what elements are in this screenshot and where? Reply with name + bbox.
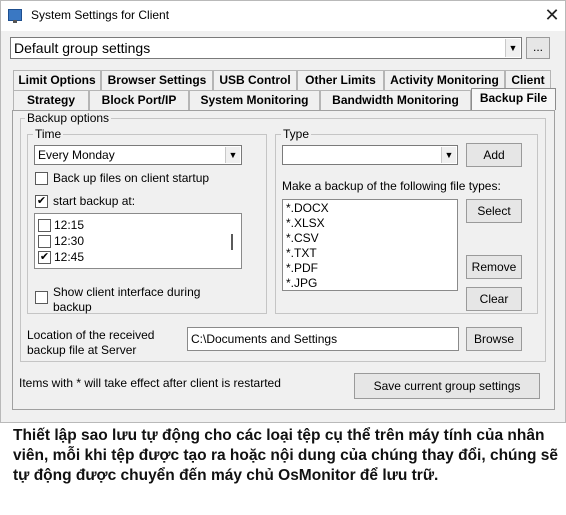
clear-types-label: Clear: [479, 292, 509, 306]
select-type-button[interactable]: Select: [466, 199, 522, 223]
add-type-label: Add: [483, 148, 505, 162]
file-type-item[interactable]: *.XLSX: [286, 216, 325, 230]
tab-limit-options[interactable]: Limit Options: [13, 70, 101, 90]
show-interface-label-2: backup: [53, 300, 92, 314]
tab-usb-control[interactable]: USB Control: [213, 70, 297, 90]
time-legend: Time: [33, 127, 64, 141]
window-title: System Settings for Client: [31, 8, 170, 22]
tab-strategy[interactable]: Strategy: [13, 90, 89, 110]
file-type-item[interactable]: *.TXT: [286, 246, 317, 260]
chevron-down-icon[interactable]: ▼: [505, 39, 520, 57]
tab-system-monitoring[interactable]: System Monitoring: [189, 90, 320, 110]
file-type-item[interactable]: *.JPG: [286, 276, 317, 290]
backup-times-list[interactable]: 12:15 12:30 ✔ 12:45: [34, 213, 242, 269]
start-backup-at-checkbox[interactable]: ✔: [35, 195, 48, 208]
tab-row-1: Limit Options Browser Settings USB Contr…: [13, 70, 551, 90]
group-browse-label: ...: [532, 40, 543, 54]
clear-types-button[interactable]: Clear: [466, 287, 522, 311]
group-settings-value: Default group settings: [14, 40, 151, 56]
remove-type-label: Remove: [471, 260, 517, 274]
description-caption: Thiết lập sao lưu tự động cho các loại t…: [13, 427, 558, 484]
close-icon[interactable]: ✕: [541, 4, 563, 26]
remove-type-button[interactable]: Remove: [466, 255, 522, 279]
tab-browser-settings[interactable]: Browser Settings: [101, 70, 213, 90]
startup-backup-label: Back up files on client startup: [53, 171, 210, 185]
backup-options-legend: Backup options: [25, 111, 112, 125]
tab-client[interactable]: Client: [505, 70, 551, 90]
chevron-down-icon[interactable]: ▼: [441, 147, 456, 163]
title-bar: System Settings for Client ✕: [1, 1, 565, 31]
time-checkbox-1245[interactable]: ✔: [38, 251, 51, 264]
tab-activity-monitoring[interactable]: Activity Monitoring: [384, 70, 505, 90]
file-types-list[interactable]: *.DOCX *.XLSX *.CSV *.TXT *.PDF *.JPG: [282, 199, 458, 291]
type-legend: Type: [281, 127, 312, 141]
file-type-item[interactable]: *.PDF: [286, 261, 318, 275]
tab-bandwidth-monitoring[interactable]: Bandwidth Monitoring: [320, 90, 471, 110]
location-input[interactable]: C:\Documents and Settings: [187, 327, 459, 351]
group-settings-select[interactable]: Default group settings ▼: [10, 37, 522, 59]
show-interface-label-1: Show client interface during: [53, 285, 201, 299]
browse-location-label: Browse: [473, 332, 514, 346]
time-checkbox-1215[interactable]: [38, 219, 51, 232]
show-interface-checkbox[interactable]: [35, 291, 48, 304]
time-checkbox-1230[interactable]: [38, 235, 51, 248]
type-select[interactable]: ▼: [282, 145, 458, 165]
chevron-down-icon[interactable]: ▼: [225, 147, 240, 163]
add-type-button[interactable]: Add: [466, 143, 522, 167]
save-group-settings-label: Save current group settings: [373, 379, 521, 393]
file-type-item[interactable]: *.CSV: [286, 231, 319, 245]
time-label-1215: 12:15: [54, 218, 85, 232]
time-label-1230: 12:30: [54, 234, 85, 248]
tab-block-port-ip[interactable]: Block Port/IP: [89, 90, 189, 110]
tab-row-2: Strategy Block Port/IP System Monitoring…: [13, 88, 556, 110]
monitor-app-icon: [8, 9, 22, 23]
location-label-1: Location of the received: [27, 328, 155, 342]
schedule-value: Every Monday: [38, 148, 115, 162]
file-type-item[interactable]: *.DOCX: [286, 201, 329, 215]
location-input-value: C:\Documents and Settings: [191, 332, 338, 346]
restart-note: Items with * will take effect after clie…: [19, 376, 281, 390]
tab-other-limits[interactable]: Other Limits: [297, 70, 384, 90]
start-backup-at-label: start backup at:: [53, 194, 136, 208]
time-label-1245: 12:45: [54, 250, 85, 264]
startup-backup-checkbox[interactable]: [35, 172, 48, 185]
location-label-2: backup file at Server: [27, 343, 137, 357]
save-group-settings-button[interactable]: Save current group settings: [354, 373, 540, 399]
file-types-caption: Make a backup of the following file type…: [282, 179, 501, 193]
schedule-select[interactable]: Every Monday ▼: [34, 145, 242, 165]
tab-backup-file[interactable]: Backup File: [471, 88, 556, 110]
settings-window: System Settings for Client ✕ Default gro…: [0, 0, 566, 423]
select-type-label: Select: [477, 204, 511, 218]
browse-location-button[interactable]: Browse: [466, 327, 522, 351]
group-browse-button[interactable]: ...: [526, 37, 550, 59]
backup-file-panel: Backup options Time Every Monday ▼ Back …: [12, 110, 555, 410]
list-scrollbar-thumb[interactable]: [231, 234, 233, 250]
